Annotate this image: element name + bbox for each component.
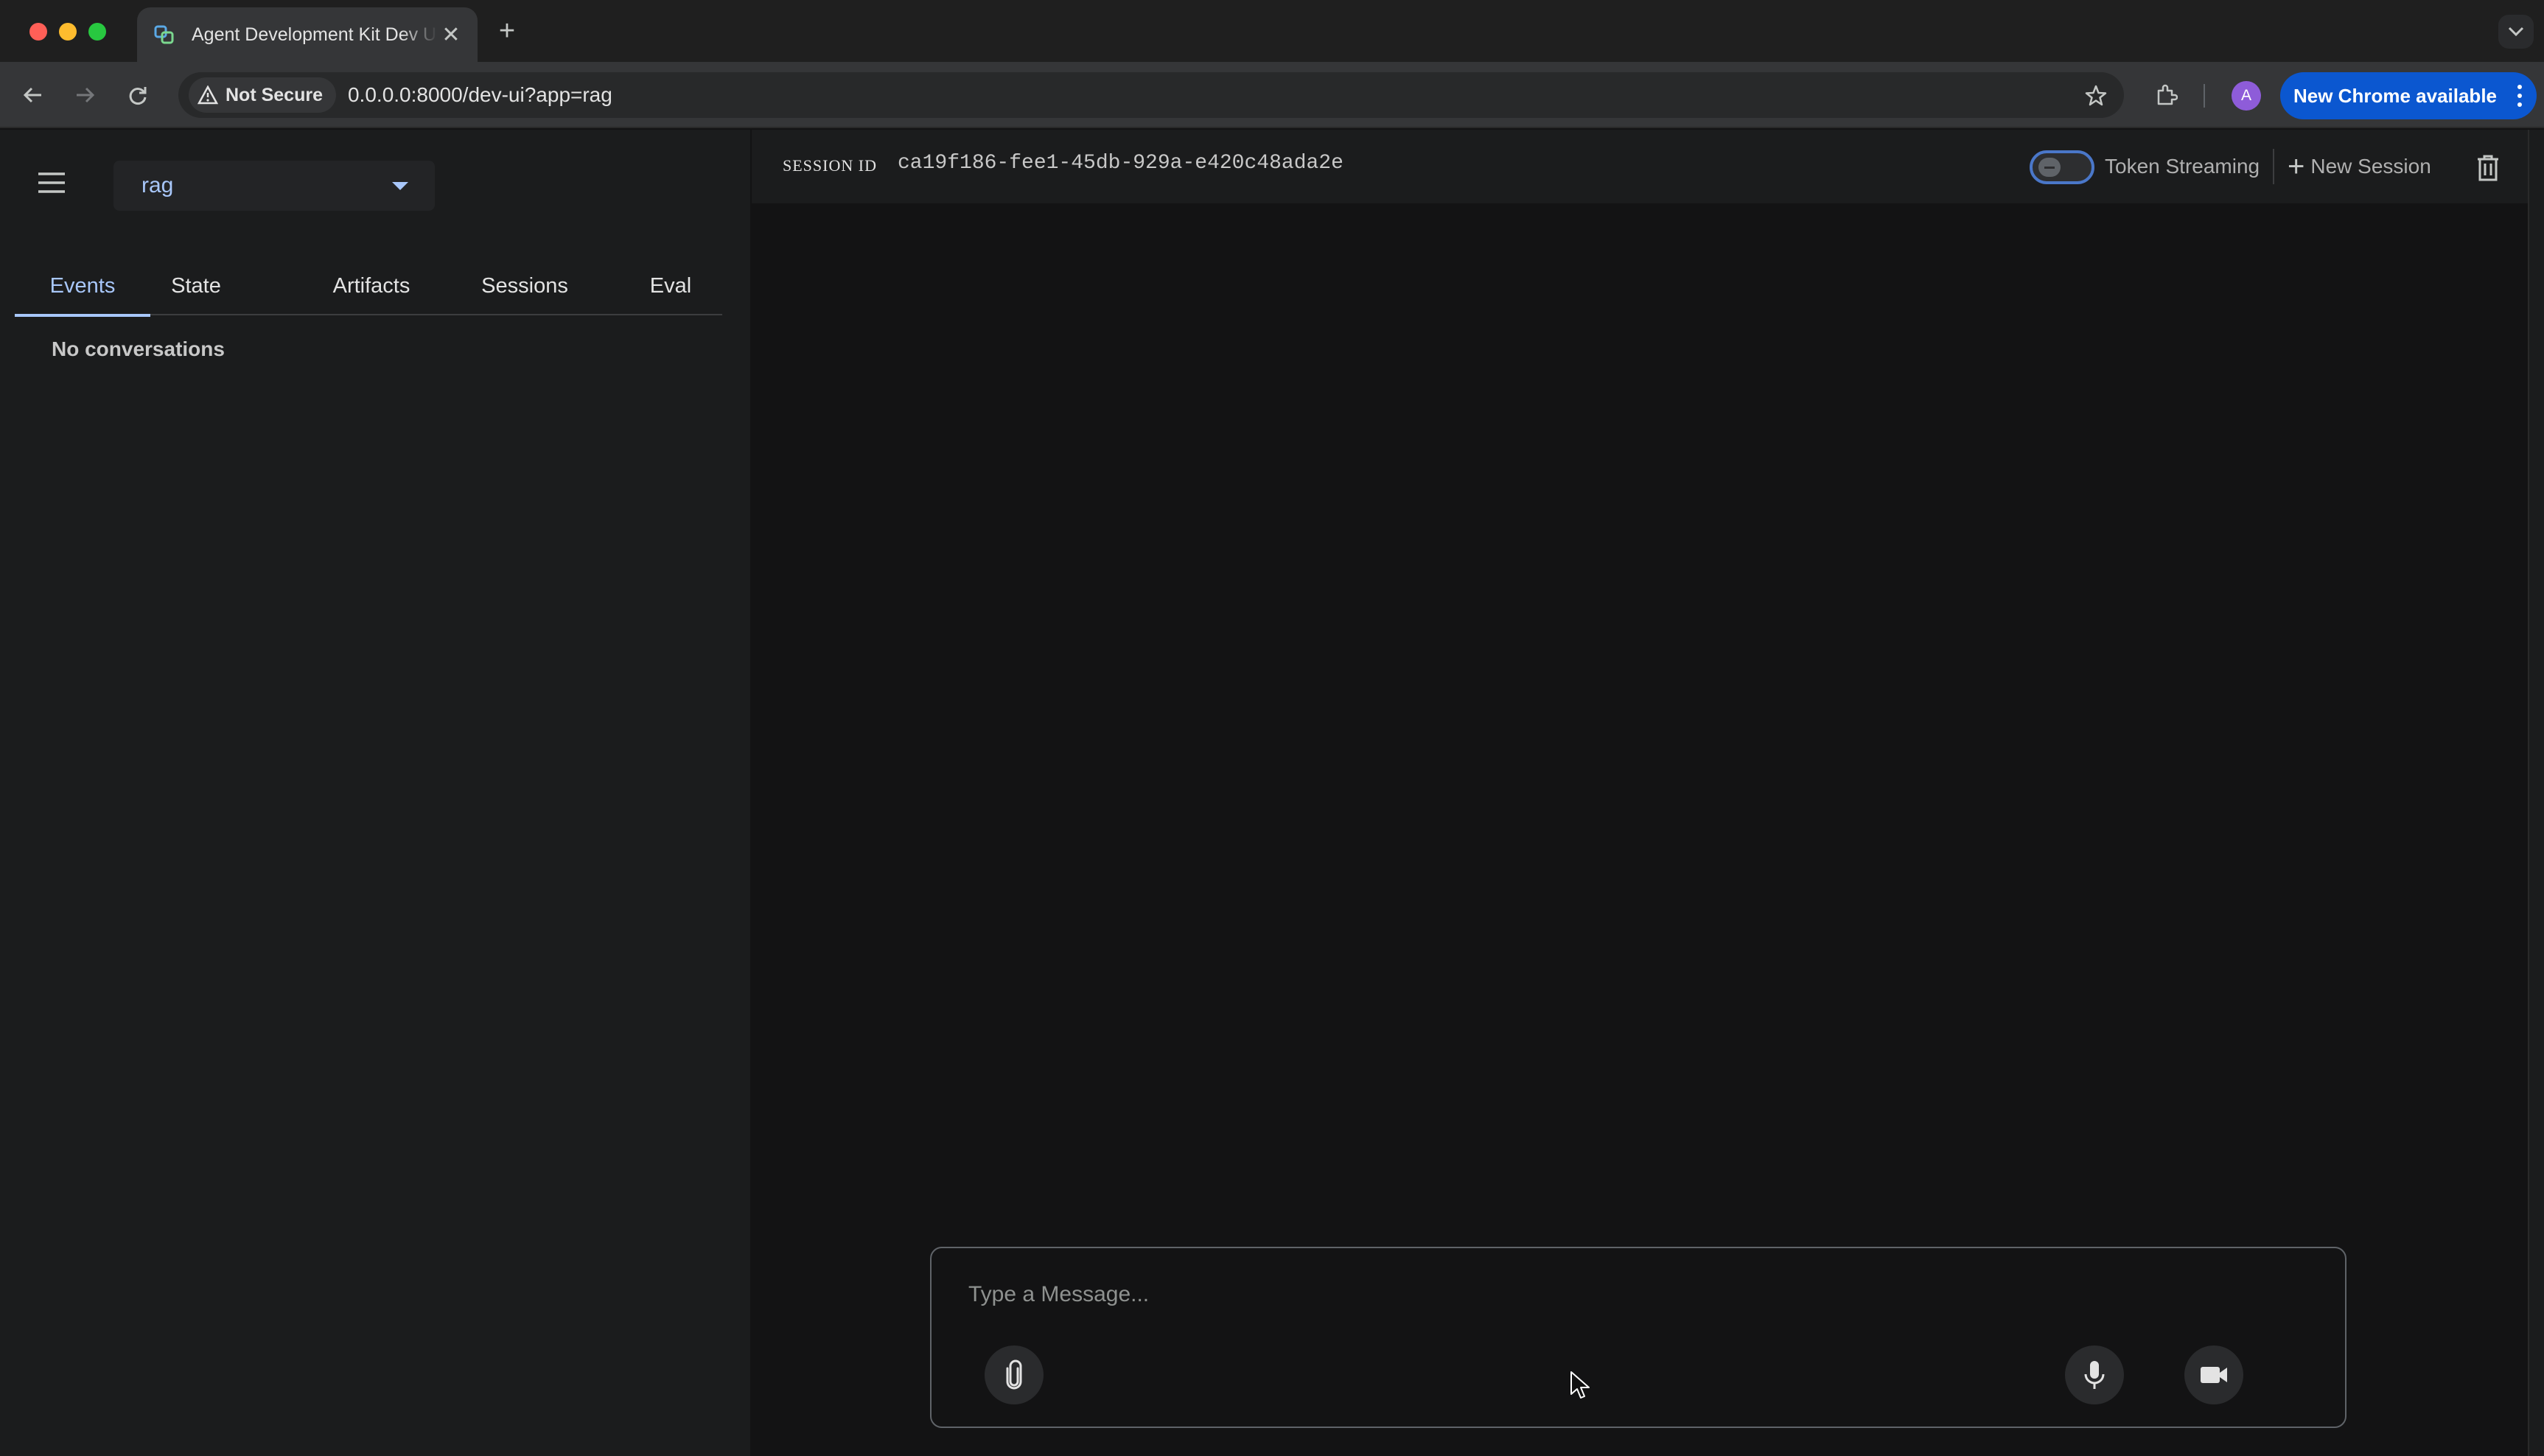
mouse-cursor-icon	[1570, 1371, 1590, 1399]
bookmark-star-button[interactable]	[2081, 81, 2111, 111]
tab-artifacts-label: Artifacts	[332, 273, 410, 298]
url-text: 0.0.0.0:8000/dev-ui?app=rag	[347, 83, 612, 106]
chrome-update-label: New Chrome available	[2293, 84, 2497, 107]
window-minimize-button[interactable]	[59, 23, 77, 41]
attach-icon	[1006, 1359, 1022, 1390]
new-session-label: New Session	[2310, 155, 2431, 178]
active-tab-indicator	[15, 314, 150, 317]
video-camera-button[interactable]	[2184, 1345, 2243, 1404]
extensions-icon	[2157, 84, 2178, 105]
app-select[interactable]: rag	[113, 161, 435, 211]
security-indicator[interactable]: Not Secure	[189, 77, 336, 113]
empty-events-message: No conversations	[52, 337, 225, 360]
tab-eval-label: Eval	[649, 273, 692, 298]
browser-toolbar: Not Secure 0.0.0.0:8000/dev-ui?app=rag	[0, 62, 2544, 128]
tab-sessions[interactable]: Sessions	[451, 256, 598, 315]
dropdown-caret-icon	[392, 182, 408, 190]
message-input[interactable]: Type a Message...	[968, 1282, 1149, 1307]
tab-events-label: Events	[49, 273, 116, 298]
browser-tab-title: Agent Development Kit Dev UI	[192, 24, 438, 45]
profile-avatar[interactable]: A	[2232, 81, 2261, 111]
more-vert-icon	[2517, 85, 2522, 107]
browser-tab[interactable]: Agent Development Kit Dev UI ✕	[137, 7, 478, 62]
token-streaming-label: Token Streaming	[2105, 155, 2260, 178]
tab-state[interactable]: State	[150, 256, 242, 315]
security-label: Not Secure	[226, 84, 323, 105]
toolbar-divider	[2204, 84, 2205, 108]
plus-icon: +	[2288, 150, 2305, 183]
chrome-update-button[interactable]: New Chrome available	[2280, 72, 2537, 119]
page-scrollbar[interactable]	[2528, 130, 2544, 1456]
trash-icon	[2478, 155, 2498, 181]
window-zoom-button[interactable]	[88, 23, 106, 41]
tab-search-button[interactable]	[2498, 15, 2534, 49]
star-icon	[2085, 85, 2107, 106]
mic-icon	[2084, 1361, 2105, 1389]
app-select-value: rag	[141, 173, 174, 197]
new-session-button[interactable]: + New Session	[2288, 149, 2431, 184]
tab-artifacts[interactable]: Artifacts	[298, 256, 445, 315]
adk-favicon-icon	[154, 25, 174, 44]
side-panel: rag Events State Artifacts Sessions Eval…	[0, 130, 750, 1456]
tab-close-icon[interactable]: ✕	[438, 21, 464, 48]
microphone-button[interactable]	[2065, 1345, 2124, 1404]
attach-file-button[interactable]	[985, 1345, 1044, 1404]
address-bar[interactable]: Not Secure 0.0.0.0:8000/dev-ui?app=rag	[178, 72, 2124, 118]
toggle-knob	[2038, 158, 2061, 177]
header-divider	[2273, 149, 2274, 184]
forward-arrow-icon	[77, 87, 95, 103]
browser-tab-strip: Agent Development Kit Dev UI ✕ +	[0, 0, 2544, 62]
reload-button[interactable]	[121, 78, 155, 112]
delete-session-button[interactable]	[2473, 152, 2503, 184]
back-arrow-icon	[23, 87, 41, 103]
message-composer: Type a Message...	[930, 1247, 2346, 1428]
extensions-button[interactable]	[2149, 78, 2183, 112]
warning-icon	[198, 85, 218, 105]
session-id-label: SESSION ID	[783, 156, 877, 175]
video-camera-icon	[2201, 1367, 2227, 1383]
back-button[interactable]	[16, 78, 50, 112]
tab-eval[interactable]: Eval	[612, 256, 730, 315]
menu-icon	[38, 172, 65, 193]
session-id-value: ca19f186-fee1-45db-929a-e420c48ada2e	[898, 152, 1343, 175]
side-panel-tabs: Events State Artifacts Sessions Eval	[15, 256, 722, 317]
new-tab-button[interactable]: +	[492, 15, 522, 46]
forward-button[interactable]	[68, 78, 102, 112]
tab-sessions-label: Sessions	[481, 273, 568, 298]
tab-state-label: State	[171, 273, 221, 298]
menu-button[interactable]	[37, 171, 74, 200]
token-streaming-toggle[interactable]	[2030, 150, 2094, 184]
window-close-button[interactable]	[29, 23, 47, 41]
chevron-down-icon	[2508, 27, 2524, 37]
reload-icon	[129, 87, 147, 105]
tab-events[interactable]: Events	[15, 256, 150, 317]
session-header: SESSION ID ca19f186-fee1-45db-929a-e420c…	[752, 130, 2528, 203]
